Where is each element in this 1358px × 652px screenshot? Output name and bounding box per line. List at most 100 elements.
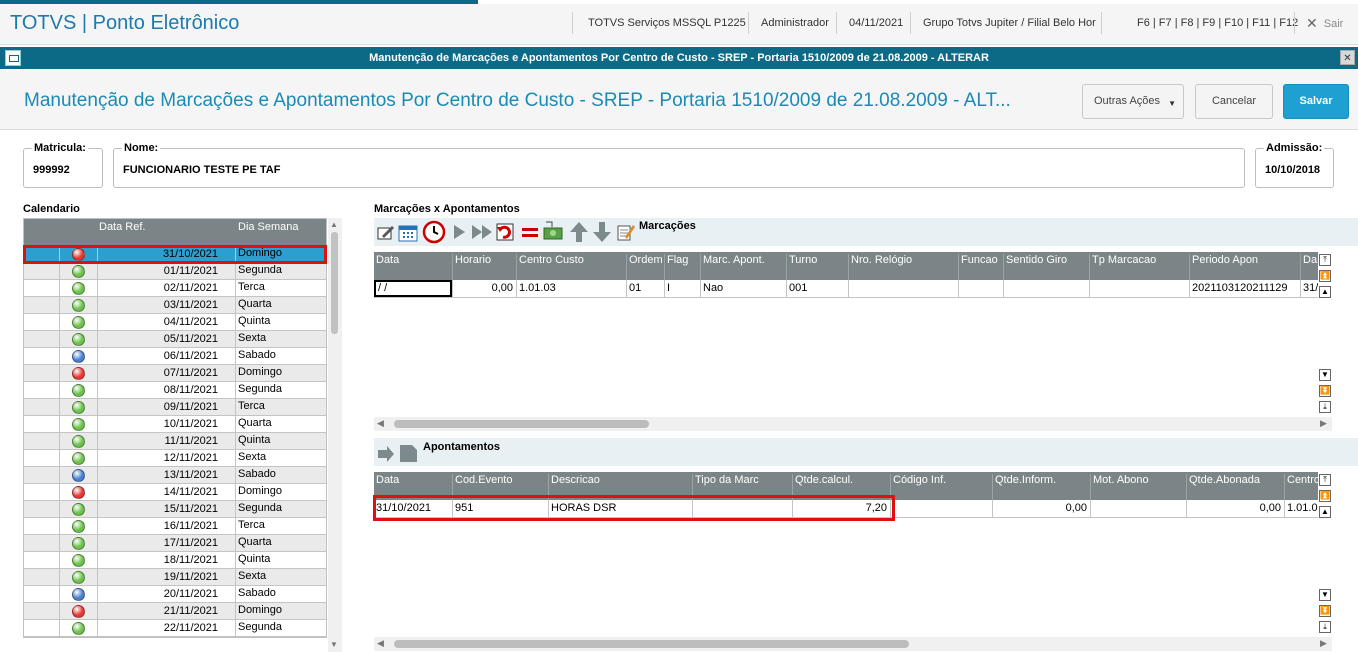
cell-data-overflow[interactable]: 31/ — [1300, 280, 1318, 297]
row-selector[interactable] — [24, 535, 60, 551]
col-ordem[interactable]: Ordem — [626, 254, 663, 282]
col-nro-relogio[interactable]: Nro. Relógio — [848, 254, 912, 282]
window-close-icon[interactable]: ✕ — [1340, 50, 1355, 65]
marcacoes-vscroll[interactable]: ⤒ ⏫ ▲ ▼ ⏬ ⤓ — [1318, 252, 1332, 416]
apontamentos-hscroll[interactable]: ◀ ▶ — [374, 637, 1332, 651]
cell-ordem[interactable]: 01 — [626, 280, 664, 297]
col-marc-apont[interactable]: Marc. Apont. — [700, 254, 765, 282]
page-down-icon[interactable]: ⏬ — [1319, 605, 1331, 617]
equals-icon[interactable] — [520, 222, 540, 242]
calendar-row[interactable]: 11/11/2021 Quinta — [24, 433, 326, 450]
company-branch[interactable]: Grupo Totvs Jupiter / Filial Belo Hor — [923, 17, 1096, 29]
row-selector[interactable] — [24, 416, 60, 432]
calendar-row[interactable]: 01/11/2021 Segunda — [24, 263, 326, 280]
scroll-right-icon[interactable]: ▶ — [1320, 638, 1327, 649]
money-icon[interactable] — [542, 219, 566, 243]
row-selector[interactable] — [24, 263, 60, 279]
col-funcao[interactable]: Funcao — [958, 254, 998, 282]
cell-qtde-abonada[interactable]: 0,00 — [1186, 500, 1284, 517]
col-tp-marcacao[interactable]: Tp Marcacao — [1089, 254, 1156, 282]
clock-icon[interactable] — [422, 220, 446, 244]
row-selector[interactable] — [24, 365, 60, 381]
apontamentos-vscroll[interactable]: ⤒ ⏫ ▲ ▼ ⏬ ⤓ — [1318, 472, 1332, 636]
calendar-row[interactable]: 12/11/2021 Sexta — [24, 450, 326, 467]
row-selector[interactable] — [24, 348, 60, 364]
scroll-right-icon[interactable]: ▶ — [1320, 418, 1327, 429]
row-selector[interactable] — [24, 620, 60, 636]
row-selector[interactable] — [24, 280, 60, 296]
calendar-row[interactable]: 10/11/2021 Quarta — [24, 416, 326, 433]
calendar-row[interactable]: 03/11/2021 Quarta — [24, 297, 326, 314]
cell-tp-marcacao[interactable] — [1089, 280, 1189, 297]
row-selector[interactable] — [24, 382, 60, 398]
col-flag[interactable]: Flag — [664, 254, 688, 282]
row-selector[interactable] — [24, 399, 60, 415]
arrow-down-icon[interactable] — [591, 220, 613, 244]
marcacoes-hscroll[interactable]: ◀ ▶ — [374, 417, 1332, 431]
calendar-row[interactable]: 09/11/2021 Terca — [24, 399, 326, 416]
cell-qtde-inform[interactable]: 0,00 — [992, 500, 1090, 517]
row-selector[interactable] — [24, 331, 60, 347]
calendar-row[interactable]: 19/11/2021 Sexta — [24, 569, 326, 586]
cell-horario[interactable]: 0,00 — [452, 280, 516, 297]
row-selector[interactable] — [24, 484, 60, 500]
undo-icon[interactable] — [495, 222, 515, 242]
cell-nro-relogio[interactable] — [848, 280, 958, 297]
calendar-row[interactable]: 15/11/2021 Segunda — [24, 501, 326, 518]
cell-turno[interactable]: 001 — [786, 280, 848, 297]
row-selector[interactable] — [24, 603, 60, 619]
table-row[interactable]: / / 0,00 1.01.03 01 I Nao 001 2021103120… — [374, 280, 1318, 298]
scroll-left-icon[interactable]: ◀ — [377, 638, 384, 649]
document-icon[interactable] — [398, 443, 418, 463]
col-turno[interactable]: Turno — [786, 254, 817, 282]
col-mot-abono[interactable]: Mot. Abono — [1090, 474, 1149, 502]
calendar-row[interactable]: 05/11/2021 Sexta — [24, 331, 326, 348]
row-selector[interactable] — [24, 433, 60, 449]
col-data[interactable]: Data — [374, 254, 399, 282]
scroll-top-icon[interactable]: ⤒ — [1319, 254, 1331, 266]
cell-funcao[interactable] — [958, 280, 1003, 297]
notes-icon[interactable] — [615, 222, 635, 242]
calendar-col-weekday[interactable]: Dia Semana — [238, 221, 299, 233]
scroll-down-icon[interactable]: ▼ — [330, 640, 338, 649]
calendar-row[interactable]: 20/11/2021 Sabado — [24, 586, 326, 603]
scroll-up-icon[interactable]: ▲ — [1319, 286, 1331, 298]
edit-icon[interactable] — [376, 222, 396, 242]
scroll-top-icon[interactable]: ⤒ — [1319, 474, 1331, 486]
calendar-row[interactable]: 13/11/2021 Sabado — [24, 467, 326, 484]
col-qtde-abonada[interactable]: Qtde.Abonada — [1186, 474, 1260, 502]
scroll-left-icon[interactable]: ◀ — [377, 418, 384, 429]
calendar-row[interactable]: 21/11/2021 Domingo — [24, 603, 326, 620]
calendar-scrollbar[interactable]: ▲ ▼ — [328, 218, 342, 652]
row-selector[interactable] — [24, 314, 60, 330]
row-selector[interactable] — [24, 450, 60, 466]
page-up-icon[interactable]: ⏫ — [1319, 490, 1331, 502]
row-selector[interactable] — [24, 297, 60, 313]
row-selector[interactable] — [24, 586, 60, 602]
row-selector[interactable] — [24, 518, 60, 534]
scroll-bottom-icon[interactable]: ⤓ — [1319, 401, 1331, 413]
cell-centro[interactable]: 1.01.0 — [1284, 500, 1318, 517]
row-selector[interactable] — [24, 569, 60, 585]
cell-marc-apont[interactable]: Nao — [700, 280, 786, 297]
calendar-row[interactable]: 17/11/2021 Quarta — [24, 535, 326, 552]
save-button[interactable]: Salvar — [1283, 84, 1349, 119]
cell-codigo-inf[interactable] — [890, 500, 992, 517]
col-sentido-giro[interactable]: Sentido Giro — [1003, 254, 1067, 282]
exit-button[interactable]: ✕ Sair — [1306, 15, 1343, 32]
calendar-grid[interactable]: Data Ref. Dia Semana 31/10/2021 Domingo 01… — [23, 218, 327, 638]
arrow-right-icon[interactable] — [376, 444, 396, 464]
calendar-row[interactable]: 07/11/2021 Domingo — [24, 365, 326, 382]
cell-periodo-apon[interactable]: 2021103120211129 — [1189, 280, 1300, 297]
cell-mot-abono[interactable] — [1090, 500, 1186, 517]
user-info[interactable]: Administrador — [761, 17, 829, 29]
active-tab-strip[interactable] — [0, 0, 478, 4]
arrow-up-icon[interactable] — [568, 220, 590, 244]
cell-sentido-giro[interactable] — [1003, 280, 1089, 297]
other-actions-button[interactable]: Outras Ações ▼ — [1082, 84, 1184, 119]
calendar-col-date[interactable]: Data Ref. — [99, 221, 145, 233]
col-data-overflow[interactable]: Da — [1300, 254, 1317, 282]
scroll-up-icon[interactable]: ▲ — [1319, 506, 1331, 518]
calendar-row[interactable]: 08/11/2021 Segunda — [24, 382, 326, 399]
scroll-thumb[interactable] — [394, 420, 649, 428]
